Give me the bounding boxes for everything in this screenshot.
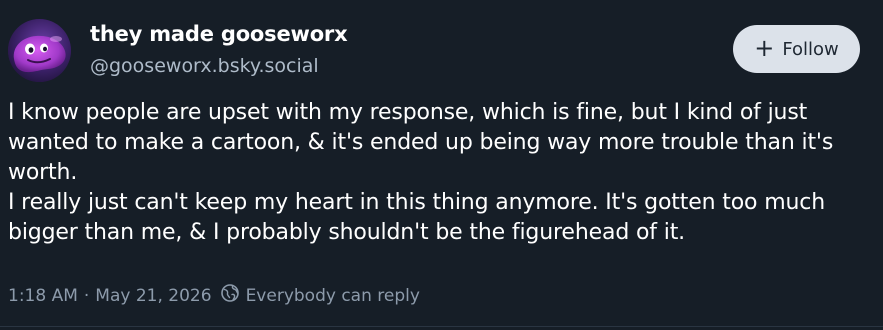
meta-separator: · xyxy=(83,285,90,306)
author-handle[interactable]: @gooseworx.bsky.social xyxy=(90,55,319,77)
earth-icon xyxy=(220,283,240,308)
avatar[interactable] xyxy=(8,19,71,82)
post-date[interactable]: May 21, 2026 xyxy=(95,286,211,306)
follow-button-label: Follow xyxy=(782,38,839,60)
divider xyxy=(0,326,883,327)
post-paragraph: I know people are upset with my response… xyxy=(8,100,834,185)
post-time[interactable]: 1:18 AM xyxy=(8,286,78,306)
reply-setting-label: Everybody can reply xyxy=(245,285,420,306)
plus-icon: + xyxy=(754,34,775,62)
post-meta: 1:18 AM · May 21, 2026 Everybody can rep… xyxy=(8,283,420,308)
post-text: I know people are upset with my response… xyxy=(8,98,876,248)
author-display-name[interactable]: they made gooseworx xyxy=(90,22,348,46)
post-paragraph: I really just can't keep my heart in thi… xyxy=(8,190,826,245)
post-card: they made gooseworx @gooseworx.bsky.soci… xyxy=(0,0,883,330)
avatar-image xyxy=(8,19,71,82)
follow-button[interactable]: + Follow xyxy=(733,25,860,73)
reply-setting[interactable]: Everybody can reply xyxy=(220,283,420,308)
